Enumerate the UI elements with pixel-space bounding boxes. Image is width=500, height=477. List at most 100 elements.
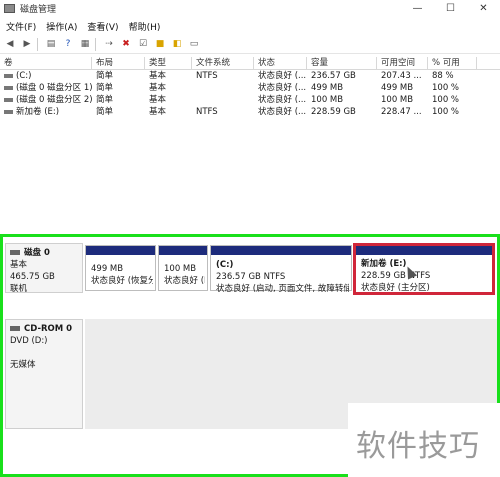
folder-icon[interactable]: ■ xyxy=(153,38,167,50)
drive-icon xyxy=(4,85,13,90)
menu-view[interactable]: 查看(V) xyxy=(87,20,118,33)
partition-title: 新加卷 (E:) xyxy=(361,259,407,269)
partition-stripe xyxy=(211,246,351,255)
settings-list-icon[interactable]: ▭ xyxy=(187,38,201,50)
watermark-text: 软件技巧 xyxy=(356,429,480,464)
window-title: 磁盘管理 xyxy=(20,5,57,15)
volume-free-space: 499 MB xyxy=(381,83,414,93)
column-capacity[interactable]: 容量 xyxy=(307,57,377,69)
volume-percent-free: 100 % xyxy=(432,95,460,105)
volume-status: 状态良好 (... xyxy=(258,107,307,117)
cdrom-media: 无媒体 xyxy=(10,360,36,370)
menu-action[interactable]: 操作(A) xyxy=(46,20,77,33)
cd-drive-icon xyxy=(10,326,20,331)
partition-title: (C:) xyxy=(216,260,234,270)
volume-free-space: 228.47 ... xyxy=(381,107,422,117)
help-icon[interactable]: ? xyxy=(61,38,75,50)
volume-type: 基本 xyxy=(149,95,167,105)
cdrom-drive: DVD (D:) xyxy=(10,336,48,346)
volume-status: 状态良好 (... xyxy=(258,95,307,105)
volume-type: 基本 xyxy=(149,71,167,81)
volume-layout: 简单 xyxy=(96,107,114,117)
partition-efi[interactable]: 100 MB 状态良好 (E xyxy=(158,245,208,291)
console-tree-icon[interactable]: ▤ xyxy=(44,38,58,50)
volume-filesystem xyxy=(192,82,254,94)
check-icon[interactable]: ☑ xyxy=(136,38,150,50)
minimize-button[interactable]: — xyxy=(401,0,434,17)
table-row[interactable]: 新加卷 (E:) 简单 基本 NTFS 状态良好 (... 228.59 GB … xyxy=(0,106,500,118)
volume-percent-free: 88 % xyxy=(432,71,454,81)
volume-status: 状态良好 (... xyxy=(258,83,307,93)
back-arrow-icon[interactable]: ◀ xyxy=(3,38,17,50)
toolbar: ◀ ▶ ▤ ? ▦ ⇢ ✖ ☑ ■ ◧ ▭ xyxy=(0,35,500,54)
forward-arrow-icon[interactable]: ▶ xyxy=(20,38,34,50)
disk-state: 联机 xyxy=(10,284,28,294)
column-status[interactable]: 状态 xyxy=(254,57,307,69)
hard-disk-icon xyxy=(10,250,20,255)
volume-name: (C:) xyxy=(16,71,32,81)
connect-icon[interactable]: ⇢ xyxy=(102,38,116,50)
partition-c[interactable]: (C:) 236.57 GB NTFS 状态良好 (启动, 页面文件, 故障转储 xyxy=(210,245,352,294)
drive-icon xyxy=(4,73,13,78)
partition-status: 状态良好 (恢复分 xyxy=(91,276,153,286)
drive-icon xyxy=(4,97,13,102)
column-type[interactable]: 类型 xyxy=(145,57,192,69)
table-row[interactable]: (磁盘 0 磁盘分区 1) 简单 基本 状态良好 (... 499 MB 499… xyxy=(0,82,500,94)
partition-e-selected[interactable]: 新加卷 (E:) 228.59 GB NTFS 状态良好 (主分区) xyxy=(353,243,495,295)
volume-percent-free: 100 % xyxy=(432,107,460,117)
volume-name: (磁盘 0 磁盘分区 2) xyxy=(16,95,92,105)
column-free-space[interactable]: 可用空间 xyxy=(377,57,428,69)
disk-name: 磁盘 0 xyxy=(24,248,50,258)
close-button[interactable]: ✕ xyxy=(467,0,500,17)
cdrom-0-label[interactable]: CD-ROM 0 DVD (D:) 无媒体 xyxy=(5,319,83,429)
toolbar-separator xyxy=(95,37,96,51)
partition-stripe xyxy=(86,246,155,255)
volume-type: 基本 xyxy=(149,107,167,117)
cdrom-name: CD-ROM 0 xyxy=(24,324,73,334)
volume-capacity: 100 MB xyxy=(311,95,344,105)
search-folder-icon[interactable]: ◧ xyxy=(170,38,184,50)
volume-type: 基本 xyxy=(149,83,167,93)
volume-layout: 简单 xyxy=(96,95,114,105)
partition-status: 状态良好 (启动, 页面文件, 故障转储 xyxy=(216,284,349,294)
delete-icon[interactable]: ✖ xyxy=(119,38,133,50)
menu-help[interactable]: 帮助(H) xyxy=(129,20,161,33)
toolbar-separator xyxy=(37,37,38,51)
volume-name: (磁盘 0 磁盘分区 1) xyxy=(16,83,92,93)
partition-recovery[interactable]: 499 MB 状态良好 (恢复分 xyxy=(85,245,156,291)
volume-name: 新加卷 (E:) xyxy=(16,107,60,117)
volume-capacity: 228.59 GB xyxy=(311,107,356,117)
volume-filesystem: NTFS xyxy=(196,71,218,81)
table-row[interactable]: (C:) 简单 基本 NTFS 状态良好 (... 236.57 GB 207.… xyxy=(0,70,500,82)
partition-status: 状态良好 (E xyxy=(164,276,205,286)
partition-size: 228.59 GB NTFS xyxy=(361,271,431,281)
disk-type: 基本 xyxy=(10,260,28,270)
column-percent-free[interactable]: % 可用 xyxy=(428,57,477,69)
volume-layout: 简单 xyxy=(96,71,114,81)
disk-0-label[interactable]: 磁盘 0 基本 465.75 GB 联机 xyxy=(5,243,83,294)
column-filesystem[interactable]: 文件系统 xyxy=(192,57,254,69)
partition-size: 100 MB xyxy=(164,264,197,274)
volume-capacity: 236.57 GB xyxy=(311,71,356,81)
column-volume[interactable]: 卷 xyxy=(0,57,92,69)
volume-filesystem: NTFS xyxy=(196,107,218,117)
volume-free-space: 100 MB xyxy=(381,95,414,105)
partition-status: 状态良好 (主分区) xyxy=(361,283,430,293)
volume-list: 卷 布局 类型 文件系统 状态 容量 可用空间 % 可用 (C:) 简单 基本 … xyxy=(0,57,500,118)
watermark: 软件技巧 xyxy=(348,403,500,477)
volume-capacity: 499 MB xyxy=(311,83,344,93)
disk-0-row: 磁盘 0 基本 465.75 GB 联机 499 MB 状态良好 (恢复分 10… xyxy=(3,239,497,295)
volume-status: 状态良好 (... xyxy=(258,71,307,81)
maximize-button[interactable]: ☐ xyxy=(434,0,467,17)
partition-size: 499 MB xyxy=(91,264,124,274)
column-layout[interactable]: 布局 xyxy=(92,57,145,69)
partition-stripe xyxy=(356,246,492,255)
table-row[interactable]: (磁盘 0 磁盘分区 2) 简单 基本 状态良好 (... 100 MB 100… xyxy=(0,94,500,106)
disk-management-icon xyxy=(4,4,15,13)
title-bar: 磁盘管理 — ☐ ✕ xyxy=(0,0,500,17)
menu-file[interactable]: 文件(F) xyxy=(6,20,36,33)
volume-free-space: 207.43 ... xyxy=(381,71,422,81)
properties-icon[interactable]: ▦ xyxy=(78,38,92,50)
partition-stripe xyxy=(159,246,207,255)
drive-icon xyxy=(4,109,13,114)
